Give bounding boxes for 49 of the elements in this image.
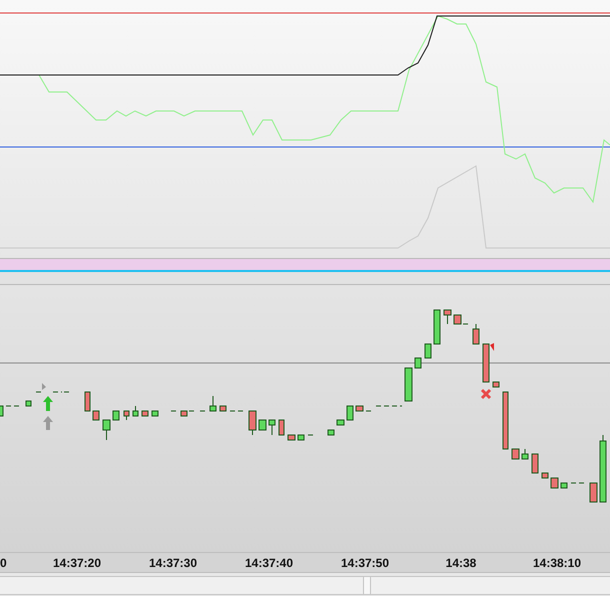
candlestick (278, 420, 284, 436)
candlestick (26, 400, 32, 406)
flag-icon (42, 383, 46, 390)
horizontal-scrollbar[interactable] (0, 576, 610, 595)
candlestick (502, 392, 508, 450)
candlestick (600, 434, 606, 502)
candlestick (472, 324, 480, 344)
candlestick (482, 344, 490, 382)
candlestick (522, 448, 528, 460)
candlestick (210, 396, 216, 412)
up-arrow-icon (43, 416, 53, 430)
up-arrow-icon (43, 396, 53, 411)
candlestick (414, 358, 422, 368)
time-axis-label: 14:38 (444, 556, 478, 570)
candlestick (102, 420, 110, 440)
candlestick (132, 406, 138, 416)
cross-icon (480, 388, 492, 400)
candlestick (590, 482, 598, 502)
candlestick (424, 344, 432, 358)
time-axis-label: 14:37:50 (340, 556, 390, 570)
candlestick (532, 454, 538, 474)
candlestick (560, 482, 568, 488)
candlestick (454, 314, 462, 324)
candlestick (542, 472, 548, 478)
candlestick (124, 410, 130, 420)
time-axis-label: 14:37:40 (244, 556, 294, 570)
candlestick (258, 420, 266, 430)
candlestick (84, 392, 90, 412)
scrollbar-thumb[interactable] (363, 577, 371, 594)
time-axis-label: 0 (0, 556, 8, 570)
candlestick (550, 478, 558, 488)
time-axis-label: 14:37:30 (148, 556, 198, 570)
candlestick (434, 310, 440, 344)
time-axis-label: 14:38:10 (532, 556, 582, 570)
candlestick (180, 410, 188, 416)
flat-candle-mark (308, 434, 316, 436)
candlestick (492, 382, 500, 388)
candlestick (512, 448, 520, 460)
candlestick (112, 410, 120, 420)
candlestick (268, 420, 276, 436)
candlestick (220, 406, 226, 412)
candlestick (356, 406, 364, 412)
candlestick (444, 310, 452, 324)
candlestick (404, 368, 412, 402)
candlestick (346, 406, 354, 420)
time-axis-label: 14:37:20 (52, 556, 102, 570)
candlestick (248, 410, 256, 436)
candlestick (92, 410, 100, 420)
candlestick (0, 406, 4, 416)
